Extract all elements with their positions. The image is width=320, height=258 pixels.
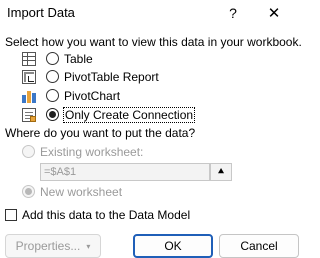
table-radio[interactable] [46,52,59,65]
properties-label: Properties... [15,239,81,253]
data-model-label: Add this data to the Data Model [22,208,191,222]
option-connection-label: Only Create Connection [62,106,196,123]
data-model-checkbox[interactable] [5,209,17,221]
option-pivottable[interactable]: PivotTable Report [22,68,159,85]
option-pivottable-label: PivotTable Report [64,69,159,84]
connection-radio[interactable] [46,108,59,121]
chevron-down-icon: ▾ [86,241,91,251]
pivottable-icon [22,69,36,84]
collapse-dialog-button[interactable]: ⯅ [210,163,232,181]
ok-button[interactable]: OK [133,234,213,258]
option-table[interactable]: Table [22,50,93,67]
cell-reference-input[interactable]: =$A$1 [40,163,210,181]
data-model-option[interactable]: Add this data to the Data Model [5,207,190,223]
close-button[interactable]: ✕ [259,0,289,26]
option-table-label: Table [64,51,93,66]
option-pivotchart[interactable]: PivotChart [22,87,120,104]
option-only-create-connection[interactable]: Only Create Connection [22,106,196,123]
title-bar: Import Data ? ✕ [0,0,301,26]
option-existing-worksheet[interactable]: Existing worksheet: [22,143,143,160]
option-pivotchart-label: PivotChart [64,88,121,103]
existing-worksheet-radio[interactable] [22,145,35,158]
pivotchart-icon [22,89,36,103]
location-heading: Where do you want to put the data? [5,126,196,140]
import-data-dialog: Import Data ? ✕ Select how you want to v… [0,0,302,258]
cancel-button[interactable]: Cancel [219,234,299,258]
view-heading: Select how you want to view this data in… [5,35,302,49]
connection-icon [22,107,36,122]
collapse-arrow-icon: ⯅ [216,165,226,178]
existing-worksheet-label: Existing worksheet: [40,144,144,159]
help-button[interactable]: ? [218,0,248,26]
new-worksheet-label: New worksheet [40,184,123,199]
table-icon [22,51,36,66]
pivottable-radio[interactable] [46,70,59,83]
option-new-worksheet[interactable]: New worksheet [22,183,122,200]
properties-button[interactable]: Properties... ▾ [5,234,101,258]
dialog-title: Import Data [7,5,75,20]
new-worksheet-radio[interactable] [22,185,35,198]
pivotchart-radio[interactable] [46,89,59,102]
